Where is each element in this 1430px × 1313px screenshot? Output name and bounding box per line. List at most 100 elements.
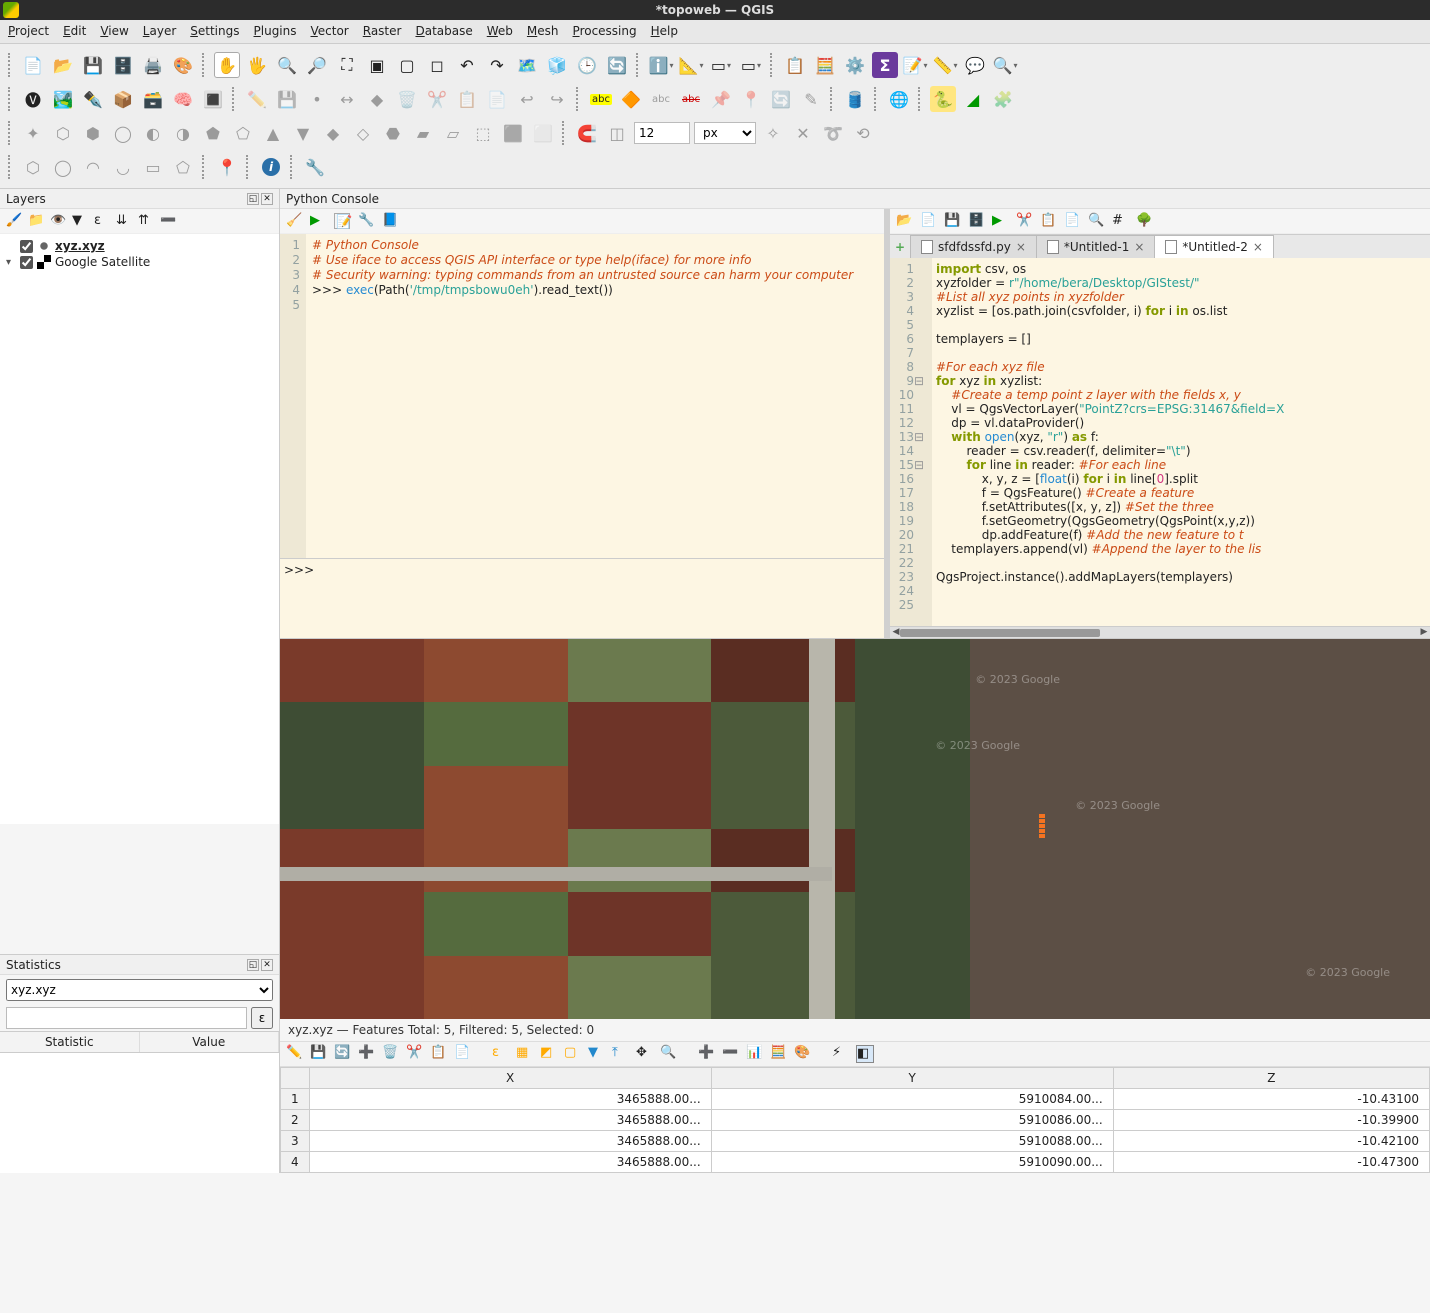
new-spatialite-button[interactable]: 🗃️: [140, 86, 166, 112]
attr-add-icon[interactable]: ➕: [358, 1045, 376, 1063]
refresh-button[interactable]: 🔄: [604, 52, 630, 78]
add-feature-button[interactable]: •: [304, 86, 330, 112]
add-group-icon[interactable]: 📁: [28, 213, 44, 229]
console-input[interactable]: >>>: [280, 558, 884, 638]
digitize-3[interactable]: ⬢: [80, 120, 106, 146]
editor-open-icon[interactable]: 📂: [896, 213, 912, 229]
stats-detach-icon[interactable]: ◱: [247, 959, 259, 971]
label-tool-1[interactable]: abc: [648, 86, 674, 112]
editor-object-inspector-icon[interactable]: 🌳: [1136, 213, 1152, 229]
attribute-table[interactable]: XYZ 13465888.00...5910084.00...-10.43100…: [280, 1067, 1430, 1173]
editor-save-icon[interactable]: 💾: [944, 213, 960, 229]
select-button[interactable]: ▭▾: [708, 52, 734, 78]
save-as-button[interactable]: 🗄️: [110, 52, 136, 78]
digitize-11[interactable]: ◆: [320, 120, 346, 146]
layer-style-icon[interactable]: 🖌️: [6, 213, 22, 229]
menu-vector[interactable]: Vector: [311, 24, 349, 39]
metasearch-button[interactable]: 🌐: [886, 86, 912, 112]
attr-cut-icon[interactable]: ✂️: [406, 1045, 424, 1063]
editor-cut-icon[interactable]: ✂️: [1016, 213, 1032, 229]
digitize-13[interactable]: ⬣: [380, 120, 406, 146]
editor-tab[interactable]: *Untitled-2×: [1154, 235, 1274, 258]
open-project-button[interactable]: 📂: [50, 52, 76, 78]
print-layout-button[interactable]: 🖨️: [140, 52, 166, 78]
digitize-6[interactable]: ◑: [170, 120, 196, 146]
attr-edit-icon[interactable]: ✏️: [286, 1045, 304, 1063]
digitize-16[interactable]: ⬚: [470, 120, 496, 146]
table-row[interactable]: 23465888.00...5910086.00...-10.39900: [281, 1110, 1430, 1131]
annotation-button[interactable]: 💬: [962, 52, 988, 78]
editor-paste-icon[interactable]: 📄: [1064, 213, 1080, 229]
attr-select-all-icon[interactable]: ▦: [516, 1045, 534, 1063]
zoom-next-button[interactable]: ↷: [484, 52, 510, 78]
layers-close-icon[interactable]: ✕: [261, 193, 273, 205]
console-options-icon[interactable]: 🔧: [358, 213, 374, 229]
add-vector-button[interactable]: 🅥: [20, 86, 46, 112]
terrain-profile-button[interactable]: ◢: [960, 86, 986, 112]
identify-button[interactable]: ℹ️▾: [648, 52, 674, 78]
digitize-17[interactable]: ⬛: [500, 120, 526, 146]
plugin-button[interactable]: 🧩: [990, 86, 1016, 112]
zoom-full-button[interactable]: ⛶: [334, 52, 360, 78]
digitize-14[interactable]: ▰: [410, 120, 436, 146]
menu-project[interactable]: Project: [8, 24, 49, 39]
zoom-in-button[interactable]: 🔍: [274, 52, 300, 78]
editor-run-icon[interactable]: ▶: [992, 213, 1008, 229]
new-3d-view-button[interactable]: 🧊: [544, 52, 570, 78]
attr-col-header[interactable]: Z: [1113, 1068, 1429, 1089]
menu-database[interactable]: Database: [415, 24, 472, 39]
editor-tab[interactable]: sfdfdssfd.py×: [910, 235, 1037, 258]
layer-tree[interactable]: xyz.xyz▾ Google Satellite: [0, 234, 279, 824]
label-toolbar-icon[interactable]: abc: [588, 86, 614, 112]
close-tab-icon[interactable]: ×: [1134, 240, 1144, 254]
save-edits-button[interactable]: 💾: [274, 86, 300, 112]
menu-edit[interactable]: Edit: [63, 24, 86, 39]
new-project-button[interactable]: 📄: [20, 52, 46, 78]
menu-raster[interactable]: Raster: [363, 24, 402, 39]
pan-button[interactable]: ✋: [214, 52, 240, 78]
measure-button[interactable]: 📐▾: [678, 52, 704, 78]
attr-filter-icon[interactable]: ▼: [588, 1045, 606, 1063]
stat-header-value[interactable]: Value: [140, 1032, 280, 1052]
style-manager-button[interactable]: 🎨: [170, 52, 196, 78]
editor-code[interactable]: import csv, osxyzfolder = r"/home/bera/D…: [932, 258, 1430, 626]
table-row[interactable]: 33465888.00...5910088.00...-10.42100: [281, 1131, 1430, 1152]
digitize-18[interactable]: ⬜: [530, 120, 556, 146]
redo-button[interactable]: ↪: [544, 86, 570, 112]
cut-button[interactable]: ✂️: [424, 86, 450, 112]
digitize-2[interactable]: ⬡: [50, 120, 76, 146]
snap-settings-button[interactable]: ◫: [604, 120, 630, 146]
stats-close-icon[interactable]: ✕: [261, 959, 273, 971]
shape-4[interactable]: ◡: [110, 154, 136, 180]
label-tool-2[interactable]: abc: [678, 86, 704, 112]
shape-6[interactable]: ⬠: [170, 154, 196, 180]
shape-5[interactable]: ▭: [140, 154, 166, 180]
temporal-controller-button[interactable]: 🕒: [574, 52, 600, 78]
customize-button[interactable]: 🔧: [302, 154, 328, 180]
menu-web[interactable]: Web: [487, 24, 513, 39]
shape-1[interactable]: ⬡: [20, 154, 46, 180]
console-clear-icon[interactable]: 🧹: [286, 213, 302, 229]
digitize-10[interactable]: ▼: [290, 120, 316, 146]
layer-row[interactable]: xyz.xyz: [6, 238, 273, 254]
digitize-9[interactable]: ▲: [260, 120, 286, 146]
menu-help[interactable]: Help: [651, 24, 678, 39]
snap-tolerance-input[interactable]: [634, 122, 690, 144]
editor-new-tab-button[interactable]: +: [890, 240, 910, 254]
save-project-button[interactable]: 💾: [80, 52, 106, 78]
label-tool-5[interactable]: 🔄: [768, 86, 794, 112]
label-tool-3[interactable]: 📌: [708, 86, 734, 112]
attr-invert-selection-icon[interactable]: ◩: [540, 1045, 558, 1063]
toggle-editing-button[interactable]: ✏️: [244, 86, 270, 112]
attr-organize-icon[interactable]: 📊: [746, 1045, 764, 1063]
editor-copy-icon[interactable]: 📋: [1040, 213, 1056, 229]
layer-visibility-checkbox[interactable]: [20, 240, 33, 253]
attr-select-expression-icon[interactable]: ε: [492, 1045, 510, 1063]
new-shapefile-button[interactable]: ✒️: [80, 86, 106, 112]
table-row[interactable]: 43465888.00...5910090.00...-10.47300: [281, 1152, 1430, 1173]
attr-delete-field-icon[interactable]: ➖: [722, 1045, 740, 1063]
attr-conditional-icon[interactable]: 🎨: [794, 1045, 812, 1063]
expand-all-icon[interactable]: ⇊: [116, 213, 132, 229]
digitize-7[interactable]: ⬟: [200, 120, 226, 146]
deselect-button[interactable]: ▭▾: [738, 52, 764, 78]
